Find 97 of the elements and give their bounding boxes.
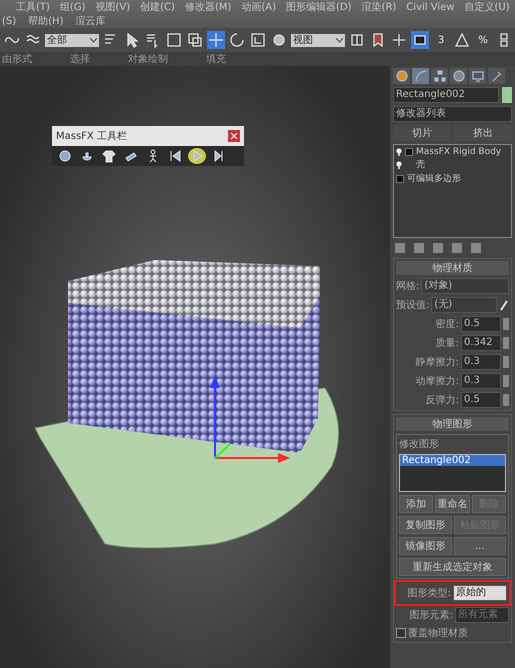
sun-icon — [396, 70, 408, 82]
menu-item[interactable]: 创建(C) — [140, 0, 175, 14]
caret-icon — [90, 38, 97, 42]
ribbon-tab[interactable]: 选择 — [70, 52, 90, 66]
menu-item[interactable]: 动画(A) — [241, 0, 276, 14]
crosshair-icon — [391, 32, 407, 48]
spinner-field[interactable]: 0.5 — [461, 316, 501, 332]
disc-icon — [452, 70, 464, 82]
menu-item[interactable]: 视图(V) — [95, 0, 130, 14]
utilities-panel-tab[interactable] — [488, 68, 505, 84]
field-label: 网格: — [396, 280, 420, 293]
hierarchy-panel-tab[interactable] — [431, 68, 448, 84]
reference-coordinate-dropdown[interactable]: 视图 — [291, 34, 345, 46]
group-label: 修改图形 — [399, 438, 440, 451]
sphere-icon — [271, 32, 287, 48]
ribbon-tab[interactable]: 填充 — [206, 52, 226, 66]
monitor-icon — [472, 70, 484, 82]
lightbulb-icon[interactable] — [396, 148, 402, 156]
object-name-field[interactable]: Rectangle002 — [393, 87, 499, 103]
move-tool-button[interactable] — [207, 31, 225, 49]
window-tool-button[interactable] — [186, 31, 204, 49]
menu-item[interactable]: 渲染(R) — [362, 0, 396, 14]
modifier-stack-item[interactable]: MassFX Rigid Body — [396, 147, 509, 157]
display-panel-tab[interactable] — [469, 68, 486, 84]
menu-item[interactable]: 帮助(H) — [28, 14, 64, 28]
modifier-stack-item[interactable]: 壳 — [396, 158, 509, 171]
move-arrows-icon — [208, 32, 224, 48]
expand-toggle-icon[interactable] — [405, 148, 413, 156]
shape-action-button[interactable]: 重命名 — [435, 495, 470, 513]
region-tool-button[interactable] — [165, 31, 183, 49]
window-title: MassFX 工具栏 — [56, 130, 127, 143]
spinner-field[interactable]: 0.3 — [461, 373, 501, 389]
field-label: 质量: — [436, 336, 459, 350]
snap-toggle-button[interactable]: 3 — [432, 31, 450, 49]
shirt-icon — [102, 149, 116, 163]
menu-item[interactable]: 工具(T) — [16, 0, 50, 14]
shape-type-dropdown[interactable]: 原始的 — [453, 585, 507, 601]
hierarchy-icon — [434, 70, 446, 82]
menu-item[interactable]: Civil View — [406, 2, 454, 12]
eyedropper-icon[interactable] — [499, 299, 509, 311]
menu-item[interactable]: 渲云库 — [75, 14, 106, 28]
shape-action-button[interactable]: 重新生成选定对象 — [399, 558, 506, 576]
menu-item[interactable]: (S) — [2, 16, 16, 26]
expand-toggle-icon[interactable] — [396, 174, 404, 182]
shape-action-button[interactable]: 添加 — [399, 495, 434, 513]
close-button[interactable] — [228, 130, 240, 142]
shape-element-dropdown[interactable]: 所有元素 — [455, 607, 509, 623]
hammer-icon — [490, 70, 502, 82]
rollout-title[interactable]: 物理图形 — [396, 417, 509, 431]
curve-icon — [414, 70, 426, 82]
shape-action-button[interactable]: 复制图形 — [399, 516, 452, 534]
field-label: 预设值: — [396, 299, 430, 312]
pivot-tool-button[interactable] — [390, 31, 408, 49]
shape-list-item[interactable]: Rectangle002 — [400, 455, 505, 466]
menu-item[interactable]: 组(G) — [60, 0, 86, 14]
field-label: 密度: — [436, 318, 459, 331]
preset-dropdown[interactable]: (无) — [431, 297, 497, 313]
ribbon-tab[interactable]: 由形式 — [2, 52, 32, 66]
manip-tool-button[interactable] — [411, 31, 429, 49]
close-icon — [231, 133, 237, 139]
spinner-field[interactable]: 0.5 — [461, 392, 501, 408]
selection-filter-dropdown[interactable]: 全部 — [45, 34, 99, 46]
modifier-button[interactable]: 切片 — [393, 125, 451, 141]
color-swatch[interactable] — [502, 87, 512, 103]
field-label: 反弹力: — [426, 394, 459, 407]
menu-item[interactable]: 图形编辑器(D) — [286, 0, 352, 14]
scale-box-icon — [250, 32, 266, 48]
play-tool-button[interactable] — [188, 148, 206, 164]
cloth-tool-button[interactable] — [100, 148, 118, 164]
spinner-field[interactable]: 0.342 — [461, 335, 501, 351]
snap-toggle-button[interactable]: % — [474, 31, 492, 49]
ribbon-tab[interactable]: 对象绘制 — [128, 52, 168, 66]
field-label: 静摩擦力: — [416, 356, 459, 369]
lightbulb-icon[interactable] — [396, 160, 402, 168]
menu-item[interactable]: 修改器(M) — [184, 0, 232, 14]
spinner-field[interactable]: 0.3 — [461, 354, 501, 370]
rewind-icon — [168, 149, 182, 163]
field-label: 图形元素: — [410, 608, 453, 622]
shape-action-button[interactable]: ... — [454, 537, 506, 555]
field-label: 图形类型: — [408, 586, 451, 600]
motion-panel-tab[interactable] — [450, 68, 467, 84]
perspective-viewport[interactable]: MassFX 工具栏 — [0, 66, 390, 668]
modifier-list-dropdown[interactable]: 修改器列表 — [393, 106, 512, 122]
dashed-square-icon — [166, 32, 182, 48]
override-checkbox[interactable] — [396, 628, 406, 638]
shape-action-button[interactable]: 镜像图形 — [399, 537, 452, 555]
rollout-title[interactable]: 物理材质 — [396, 261, 509, 275]
caret-icon — [336, 38, 343, 42]
menu-item[interactable]: 自定义(U) — [464, 0, 510, 14]
modifier-button[interactable]: 挤出 — [454, 125, 512, 141]
scale-tool-button[interactable] — [249, 31, 267, 49]
checkbox-label: 覆盖物理材质 — [408, 626, 468, 640]
field-label: 动摩擦力: — [416, 374, 459, 388]
rotate-tool-button[interactable] — [228, 31, 246, 49]
create-panel-tab[interactable] — [393, 68, 410, 84]
modifier-stack-item[interactable]: 可编辑多边形 — [396, 172, 509, 185]
mesh-dropdown[interactable]: (对象) — [421, 278, 509, 294]
